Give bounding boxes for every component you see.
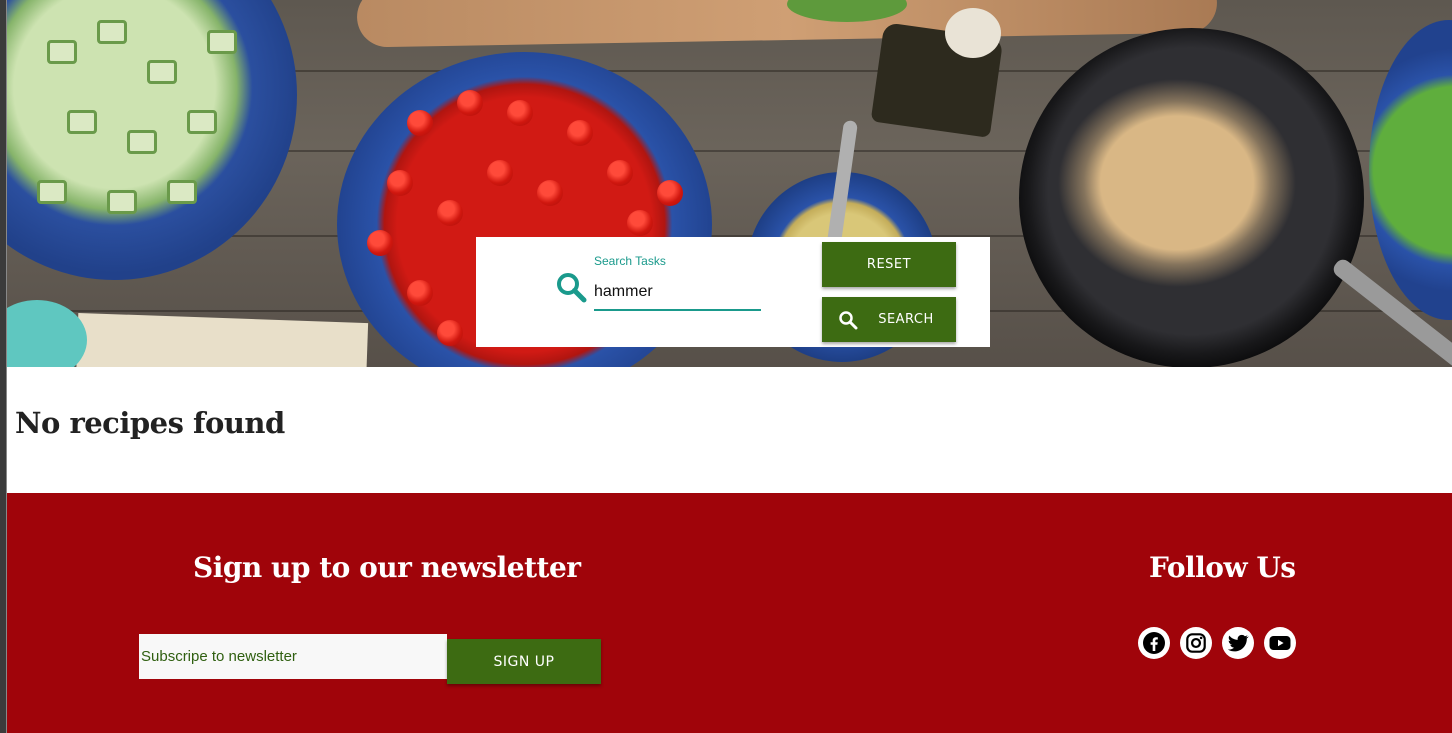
youtube-link[interactable] [1264, 627, 1296, 659]
twitter-link[interactable] [1222, 627, 1254, 659]
search-button[interactable]: SEARCH [822, 297, 956, 342]
search-icon [839, 311, 858, 330]
hero-banner: Search Tasks RESET SEARCH [7, 0, 1452, 367]
no-results-message: No recipes found [15, 406, 285, 440]
search-button-label: SEARCH [878, 312, 934, 327]
twitter-icon [1227, 634, 1249, 652]
signup-button[interactable]: SIGN UP [447, 639, 601, 684]
search-label: Search Tasks [594, 254, 666, 268]
footer: Sign up to our newsletter SIGN UP Follow… [7, 493, 1452, 733]
follow-us-title: Follow Us [1149, 551, 1296, 584]
newsletter-email-input[interactable] [139, 634, 447, 679]
youtube-icon [1269, 636, 1291, 650]
instagram-link[interactable] [1180, 627, 1212, 659]
search-icon [557, 273, 587, 303]
search-panel: Search Tasks RESET SEARCH [476, 237, 990, 347]
facebook-link[interactable] [1138, 627, 1170, 659]
newsletter-title: Sign up to our newsletter [193, 551, 581, 584]
facebook-icon [1143, 632, 1165, 654]
reset-button[interactable]: RESET [822, 242, 956, 287]
search-input[interactable] [594, 275, 761, 311]
window-edge [0, 0, 7, 733]
instagram-icon [1186, 633, 1206, 653]
lettuce-plate-image [1369, 20, 1452, 320]
